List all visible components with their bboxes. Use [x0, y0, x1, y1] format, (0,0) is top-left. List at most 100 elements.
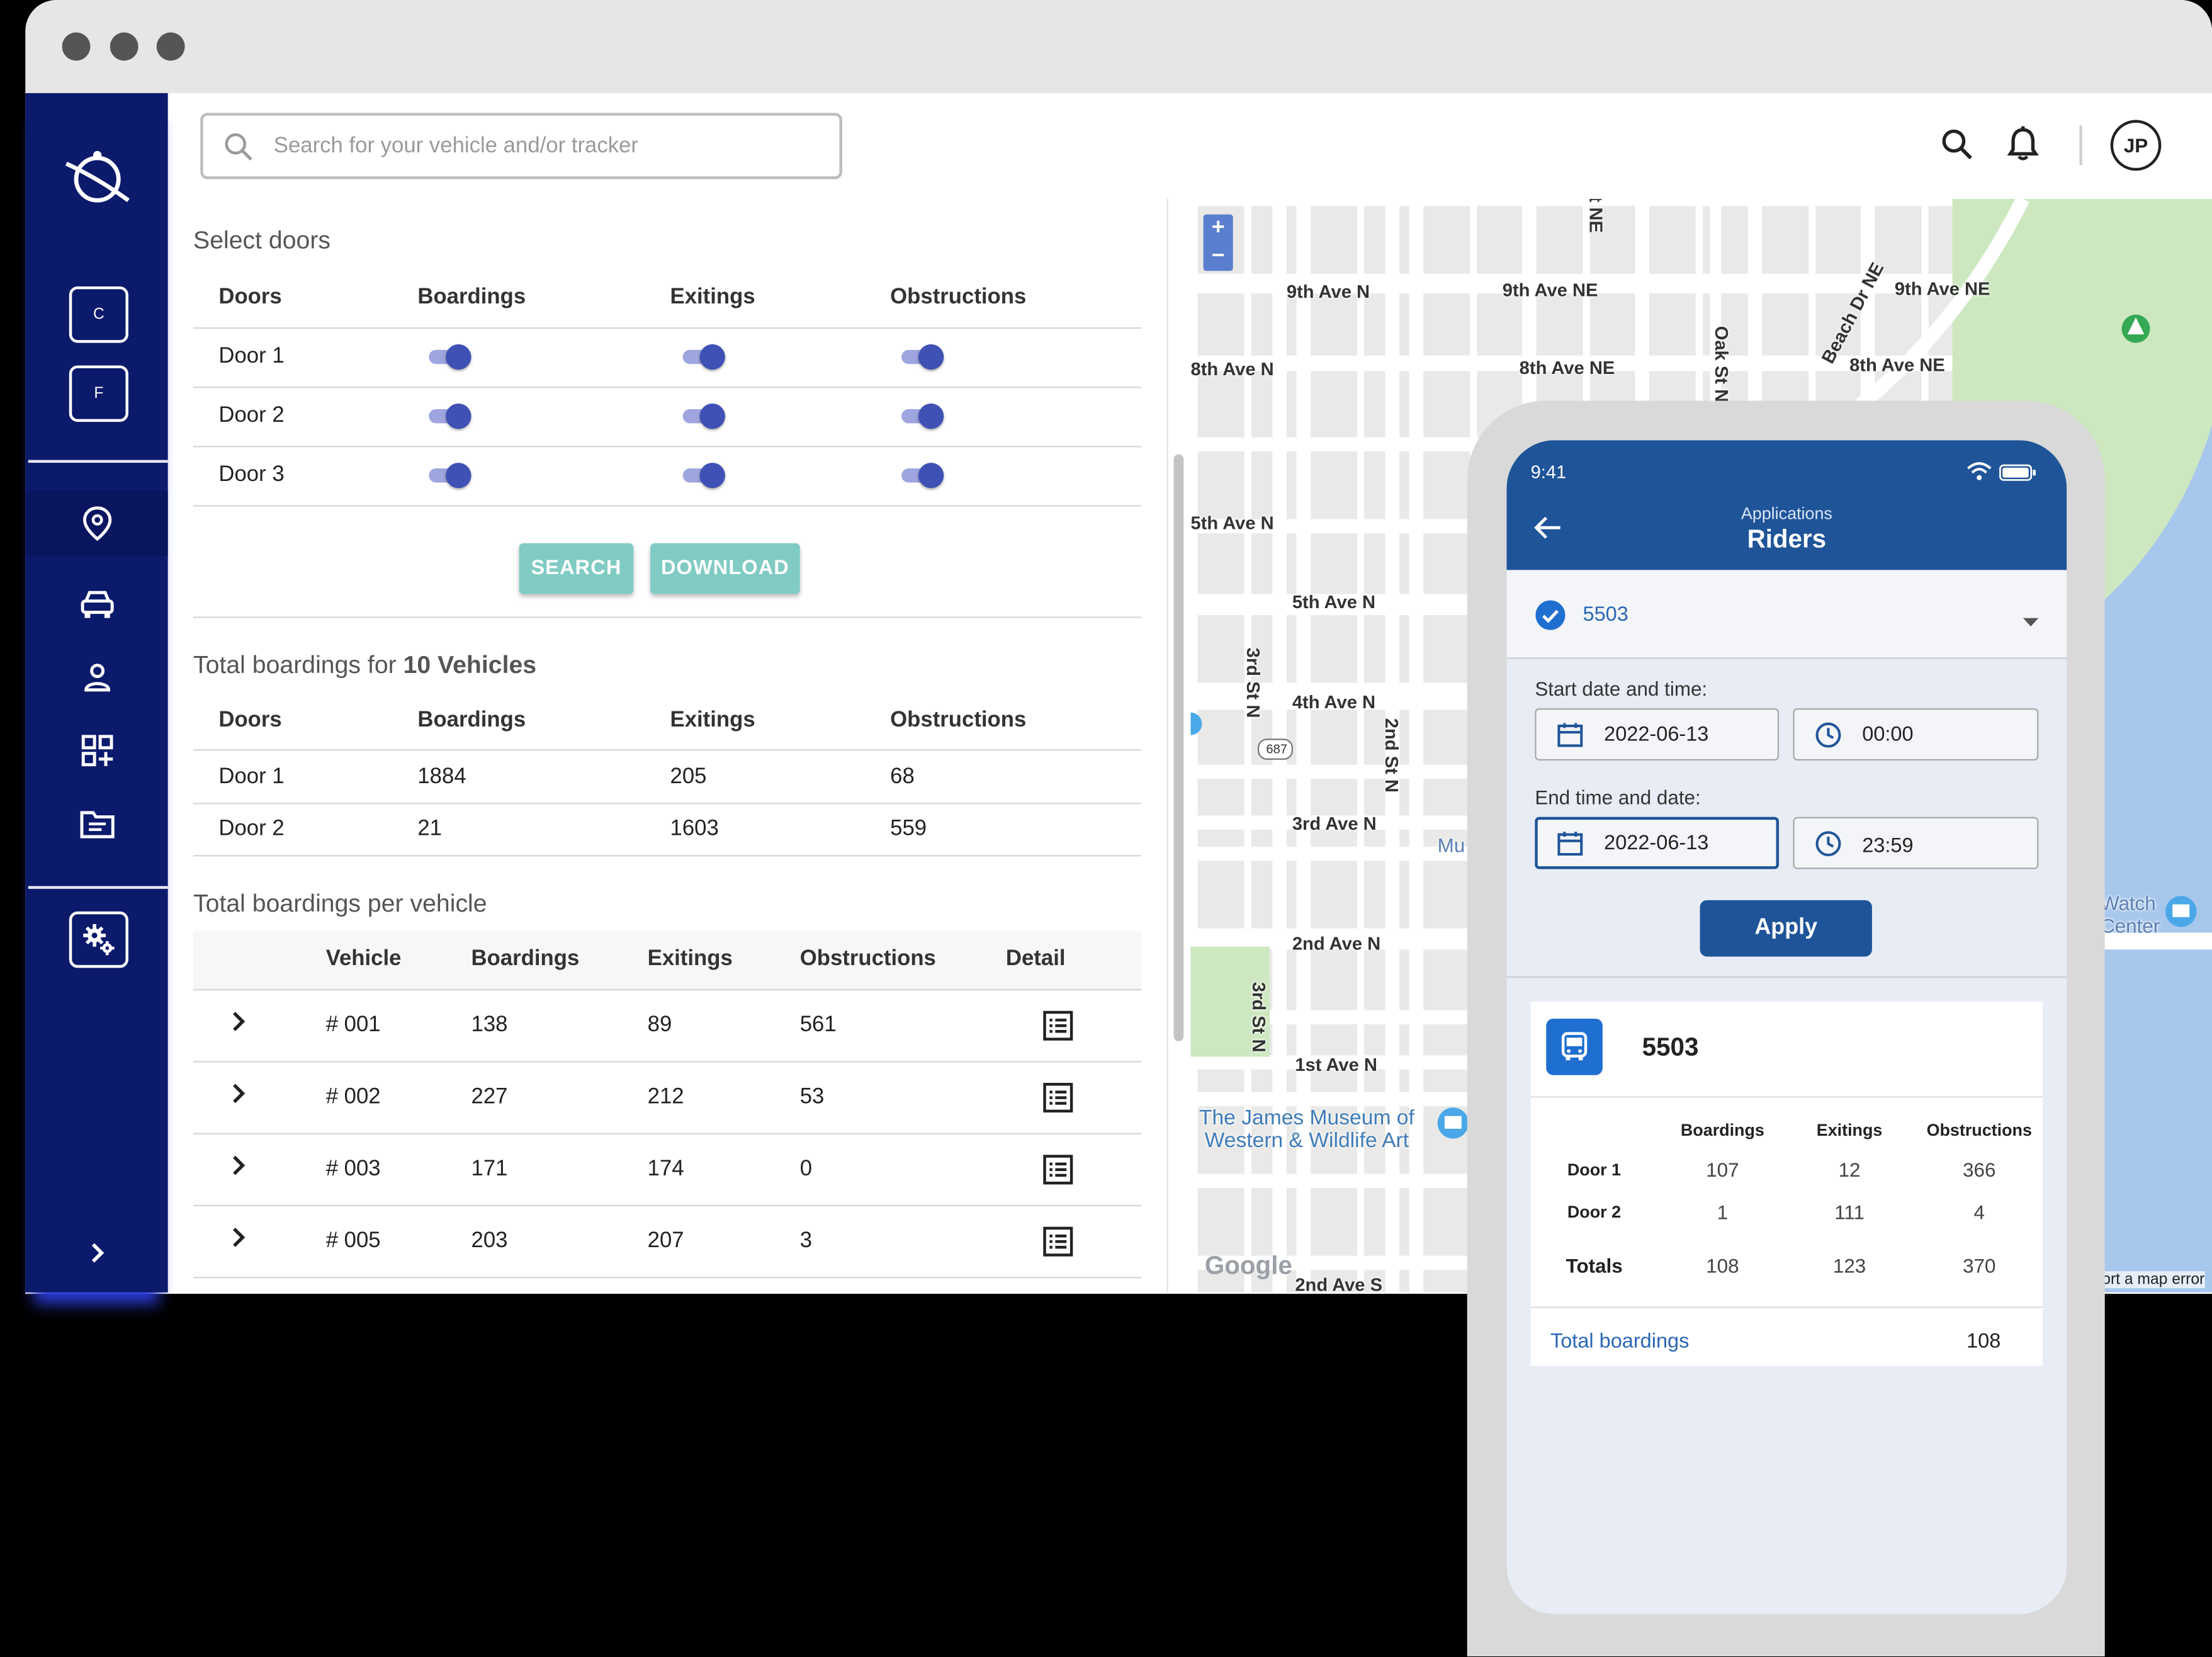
notifications-bell-icon[interactable]: [2006, 125, 2040, 169]
window-close-dot[interactable]: [62, 32, 91, 61]
col-header-exitings: Exitings: [647, 946, 733, 971]
col-header-obstructions: Obstructions: [799, 946, 936, 971]
header-search-icon[interactable]: [1940, 127, 1974, 168]
row-divider: [193, 387, 1142, 388]
col-header-vehicle: Vehicle: [325, 946, 402, 971]
start-time-value: 00:00: [1862, 723, 1914, 746]
door-2-obstructions-toggle[interactable]: [901, 403, 944, 429]
end-time-field[interactable]: 23:59: [1793, 817, 2039, 869]
col-header-boardings: Boardings: [1680, 1120, 1764, 1140]
door-3-label: Door 3: [218, 463, 285, 487]
car-icon[interactable]: [25, 579, 167, 630]
map-street-label: t NE: [1585, 198, 1607, 233]
vehicle-id: # 002: [325, 1085, 381, 1109]
user-avatar[interactable]: JP: [2110, 120, 2162, 171]
door-3-boardings-toggle[interactable]: [429, 463, 471, 489]
row-divider: [193, 446, 1142, 448]
detail-list-icon[interactable]: [1042, 1226, 1073, 1265]
window-maximize-dot[interactable]: [156, 32, 185, 61]
report-map-error-link[interactable]: ort a map error: [2102, 1271, 2205, 1289]
calendar-icon: [1557, 722, 1583, 747]
detail-list-icon[interactable]: [1042, 1010, 1073, 1049]
sidebar-divider: [28, 886, 168, 889]
client-f-button[interactable]: F: [69, 365, 128, 422]
table-cell: 174: [647, 1157, 684, 1181]
map-street-label: 8th Ave N: [1190, 358, 1274, 380]
planet-logo-icon[interactable]: [25, 147, 167, 212]
row-divider: [193, 749, 1142, 751]
col-header-exitings: Exitings: [1816, 1120, 1883, 1140]
expand-row-chevron-icon[interactable]: [230, 1010, 247, 1040]
map-street-label: 3rd Ave N: [1292, 812, 1377, 834]
table-cell: 1603: [670, 817, 719, 841]
vehicle-search-input[interactable]: Search for your vehicle and/or tracker: [200, 113, 842, 179]
expand-row-chevron-icon[interactable]: [230, 1082, 247, 1112]
search-button[interactable]: SEARCH: [519, 543, 634, 594]
end-date-field[interactable]: 2022-06-13: [1535, 817, 1780, 869]
door-2-exitings-toggle[interactable]: [682, 403, 725, 429]
table-cell: Door 2: [218, 817, 285, 841]
panel-divider: [1166, 198, 1168, 1292]
door-1-obstructions-toggle[interactable]: [901, 344, 944, 370]
row-divider: [193, 1061, 1142, 1063]
door-2-label: Door 2: [218, 403, 285, 428]
map-zoom-in-button[interactable]: +: [1204, 215, 1233, 243]
search-placeholder: Search for your vehicle and/or tracker: [273, 133, 638, 157]
apps-add-icon[interactable]: [25, 725, 167, 776]
map-street-label: 8th Ave NE: [1849, 354, 1945, 376]
document-icon[interactable]: [25, 798, 167, 849]
selected-vehicle: 5503: [1583, 604, 1628, 627]
sidebar: C F: [25, 93, 168, 1292]
map-zoom-out-button[interactable]: −: [1204, 242, 1233, 271]
door-2-boardings-toggle[interactable]: [429, 403, 471, 429]
client-c-button[interactable]: C: [69, 286, 128, 343]
door-3-exitings-toggle[interactable]: [682, 463, 725, 489]
door-3-obstructions-toggle[interactable]: [901, 463, 944, 489]
vehicle-stats-card: [1530, 1002, 2043, 1366]
total-obstructions-cell: 370: [1963, 1254, 1996, 1277]
door-1-exitings-toggle[interactable]: [682, 344, 725, 370]
map-street-label: 5th Ave N: [1292, 591, 1376, 613]
table-cell: 1884: [417, 764, 466, 789]
vehicle-id: # 001: [325, 1013, 381, 1038]
total-boardings-label: Total boardings: [1550, 1330, 1690, 1354]
map-street-label: 1st Ave N: [1295, 1054, 1377, 1075]
window-minimize-dot[interactable]: [110, 32, 138, 61]
totals-label: Totals: [1566, 1254, 1623, 1277]
door-1-boardings-toggle[interactable]: [429, 344, 471, 370]
download-button[interactable]: DOWNLOAD: [650, 543, 800, 594]
detail-list-icon[interactable]: [1042, 1082, 1073, 1121]
table-cell: 561: [799, 1013, 837, 1038]
museum-label[interactable]: The James Museum of Western & Wildlife A…: [1199, 1107, 1414, 1153]
check-circle-icon: [1535, 599, 1566, 638]
clock-icon: [1815, 830, 1841, 856]
detail-list-icon[interactable]: [1042, 1154, 1073, 1192]
total-boardings-cell: 108: [1706, 1254, 1739, 1277]
location-pin-icon[interactable]: [25, 490, 168, 556]
dropdown-arrow-icon[interactable]: [2023, 609, 2039, 635]
card-divider: [1530, 1306, 2043, 1308]
door-1-label: Door 1: [218, 344, 285, 368]
end-label: End time and date:: [1535, 786, 1701, 809]
end-date-value: 2022-06-13: [1604, 832, 1709, 854]
row-divider: [193, 1204, 1142, 1207]
person-icon[interactable]: [25, 652, 167, 703]
start-date-field[interactable]: 2022-06-13: [1535, 708, 1780, 761]
table-cell: 107: [1706, 1158, 1739, 1181]
expand-row-chevron-icon[interactable]: [230, 1226, 247, 1256]
table-cell: 4: [1973, 1201, 1985, 1224]
row-divider: [193, 989, 1142, 991]
start-time-field[interactable]: 00:00: [1793, 708, 2039, 761]
apply-button[interactable]: Apply: [1700, 900, 1872, 957]
scrollbar-thumb[interactable]: [1173, 454, 1184, 1041]
card-title: 5503: [1642, 1032, 1699, 1061]
table-cell: 111: [1834, 1201, 1865, 1224]
col-header-obstructions: Obstructions: [890, 285, 1027, 309]
chevron-right-icon[interactable]: [25, 1236, 167, 1270]
start-date-value: 2022-06-13: [1604, 723, 1709, 746]
map-street-label: 3rd St N: [1248, 981, 1270, 1053]
expand-row-chevron-icon[interactable]: [230, 1154, 247, 1184]
row-divider: [193, 327, 1142, 329]
settings-gears-icon[interactable]: [69, 911, 128, 968]
status-time: 9:41: [1530, 461, 1567, 483]
